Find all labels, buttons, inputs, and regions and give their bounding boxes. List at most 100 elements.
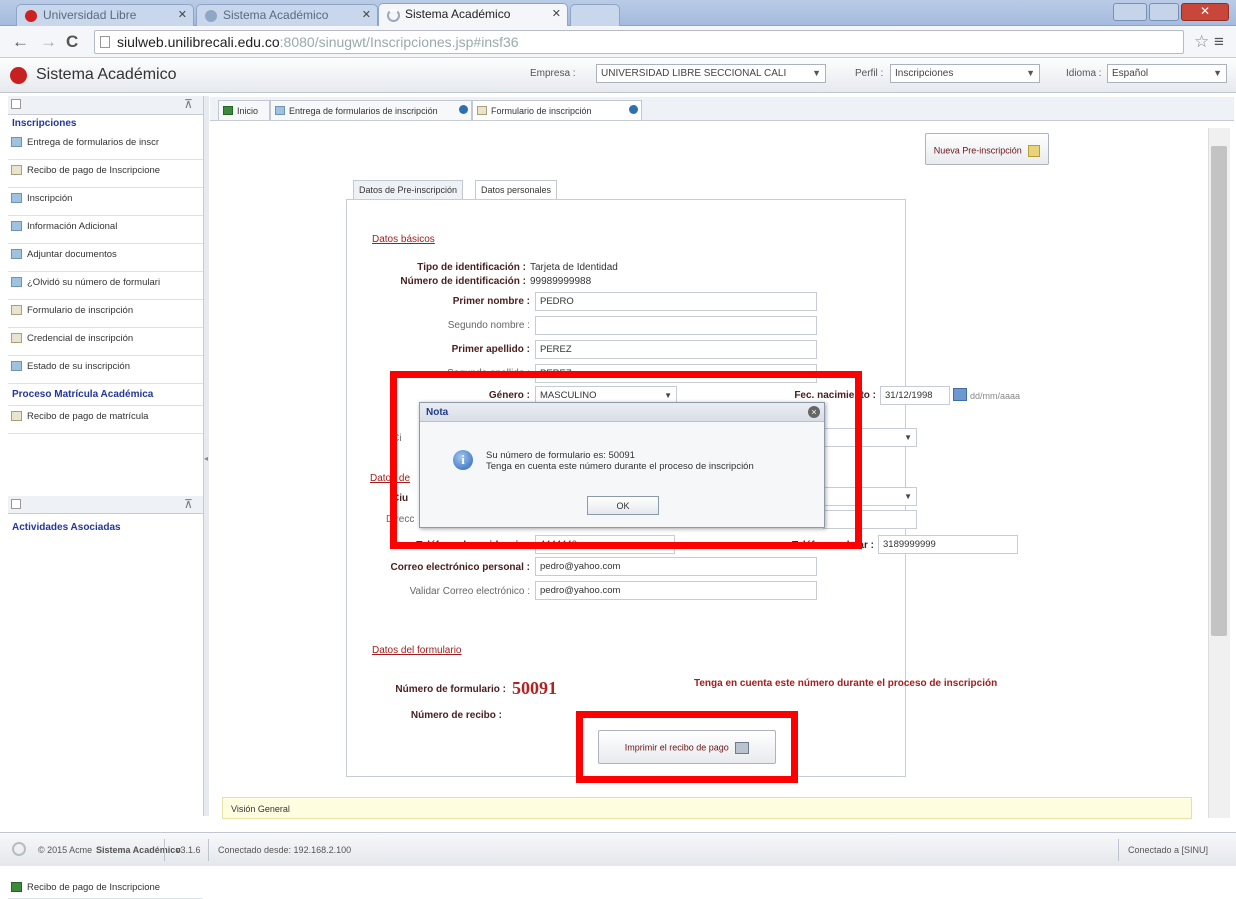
numero-formulario-label: Número de formulario : xyxy=(395,684,506,695)
correo-input[interactable]: pedro@yahoo.com xyxy=(535,557,817,576)
primer-nombre-input[interactable]: PEDRO xyxy=(535,292,817,311)
divider xyxy=(164,839,165,861)
browser-tab-bar: Universidad Libre ✕ Sistema Académico ✕ … xyxy=(0,0,1236,27)
sidebar-item-label: Adjuntar documentos xyxy=(27,249,117,260)
window-restore-icon[interactable] xyxy=(1113,3,1147,21)
loading-spinner-icon xyxy=(387,9,400,22)
form-icon xyxy=(11,193,22,203)
bookmark-star-icon[interactable]: ☆ xyxy=(1194,32,1209,52)
scrollbar-thumb[interactable] xyxy=(1211,146,1227,636)
close-icon[interactable]: × xyxy=(808,406,820,418)
calendar-icon[interactable] xyxy=(953,388,967,401)
nota-dialog: Nota × i Su número de formulario es: 500… xyxy=(419,402,825,528)
browser-tab-universidad[interactable]: Universidad Libre ✕ xyxy=(16,4,194,26)
sidebar-item-info-adicional[interactable]: Información Adicional xyxy=(8,216,203,244)
sidebar-item-adjuntar[interactable]: Adjuntar documentos xyxy=(8,244,203,272)
perfil-select[interactable]: Inscripciones ▼ xyxy=(890,64,1040,83)
tab-close-icon[interactable] xyxy=(459,105,468,114)
url-path: :8080/sinugwt/Inscripciones.jsp#insf36 xyxy=(279,34,519,50)
dialog-message: Su número de formulario es: 50091 Tenga … xyxy=(486,450,806,472)
ok-button[interactable]: OK xyxy=(587,496,659,515)
menu-icon[interactable]: ≡ xyxy=(1214,32,1224,52)
sidebar-item-label: Credencial de inscripción xyxy=(27,333,134,344)
correo-label: Correo electrónico personal : xyxy=(390,562,530,573)
browser-tab-label: Universidad Libre xyxy=(43,8,137,22)
primer-nombre-label: Primer nombre : xyxy=(452,296,530,307)
sidebar-item-actividad-recibo[interactable]: Recibo de pago de Inscripcione xyxy=(8,877,203,899)
form-icon xyxy=(11,221,22,231)
browser-tab-sistema-active[interactable]: Sistema Académico ✕ xyxy=(378,3,568,27)
segundo-nombre-label: Segundo nombre : xyxy=(447,320,530,331)
empresa-value: UNIVERSIDAD LIBRE SECCIONAL CALI xyxy=(601,68,787,79)
perfil-value: Inscripciones xyxy=(895,68,954,79)
sidebar-item-inscripcion[interactable]: Inscripción xyxy=(8,188,203,216)
tab-entrega-formularios[interactable]: Entrega de formularios de inscripción xyxy=(270,100,472,120)
sidebar-section-matricula: Proceso Matrícula Académica xyxy=(8,384,203,406)
sidebar-item-estado[interactable]: Estado de su inscripción xyxy=(8,356,203,384)
fec-nacimiento-input[interactable]: 31/12/1998 xyxy=(880,386,950,405)
tel-celular-input[interactable]: 3189999999 xyxy=(878,535,1018,554)
browser-tab-label: Sistema Académico xyxy=(223,8,329,22)
segundo-nombre-input[interactable] xyxy=(535,316,817,335)
sidebar-item-label: Información Adicional xyxy=(27,221,118,232)
sidebar-section-actividades: Actividades Asociadas xyxy=(12,522,121,533)
pin-icon[interactable]: ⊼ xyxy=(184,497,193,511)
button-label: Nueva Pre-inscripción xyxy=(933,145,1022,156)
validar-correo-input[interactable]: pedro@yahoo.com xyxy=(535,581,817,600)
dialog-line-1: Su número de formulario es: 50091 xyxy=(486,450,635,461)
sidebar-item-label: Inscripción xyxy=(27,193,73,204)
empresa-select[interactable]: UNIVERSIDAD LIBRE SECCIONAL CALI ▼ xyxy=(596,64,826,83)
window-minimize-icon[interactable] xyxy=(1149,3,1179,21)
tipo-id-label: Tipo de identificación : xyxy=(417,262,526,273)
close-icon[interactable]: ✕ xyxy=(362,8,371,21)
tipo-id-value: Tarjeta de Identidad xyxy=(530,262,618,273)
tab-formulario-inscripcion[interactable]: Formulario de inscripción xyxy=(472,100,642,120)
sidebar-item-label: Entrega de formularios de inscr xyxy=(27,137,160,148)
new-tab-button[interactable] xyxy=(570,4,620,26)
document-icon xyxy=(477,106,487,115)
sidebar-item-label: Recibo de pago de Inscripcione xyxy=(27,882,161,893)
sidebar-item-olvido[interactable]: ¿Olvidó su número de formulari xyxy=(8,272,203,300)
back-arrow-icon[interactable]: ← xyxy=(12,32,29,52)
status-version: v3.1.6 xyxy=(176,845,201,855)
close-icon[interactable]: ✕ xyxy=(178,8,187,21)
pin-icon[interactable]: ⊼ xyxy=(184,97,193,111)
browser-tab-sistema-1[interactable]: Sistema Académico ✕ xyxy=(196,4,378,26)
sidebar-item-credencial[interactable]: Credencial de inscripción xyxy=(8,328,203,356)
sidebar-splitter[interactable]: ◂ xyxy=(203,96,209,816)
tab-datos-preinscripcion[interactable]: Datos de Pre-inscripción xyxy=(353,180,464,200)
status-app: Sistema Académico xyxy=(96,845,181,855)
form-icon xyxy=(275,106,285,115)
highlight-box-print xyxy=(576,711,798,783)
tab-datos-personales[interactable]: Datos personales xyxy=(475,180,558,200)
idioma-select[interactable]: Español ▼ xyxy=(1107,64,1227,83)
favicon-icon xyxy=(205,10,217,22)
sidebar-item-label: Recibo de pago de Inscripcione xyxy=(27,165,161,176)
sidebar-item-entrega[interactable]: Entrega de formularios de inscr xyxy=(8,132,203,160)
address-bar[interactable]: siulweb.unilibrecali.edu.co:8080/sinugwt… xyxy=(94,30,1184,54)
sidebar-item-recibo-matricula[interactable]: Recibo de pago de matrícula xyxy=(8,406,203,434)
nueva-preinscripcion-button[interactable]: Nueva Pre-inscripción xyxy=(925,133,1049,165)
collapse-icon[interactable] xyxy=(11,99,21,109)
status-bar: © 2015 Acme Sistema Académico v3.1.6 Con… xyxy=(0,832,1236,866)
primer-apellido-input[interactable]: PEREZ xyxy=(535,340,817,359)
numero-id-value: 99989999988 xyxy=(530,276,592,287)
collapse-icon[interactable] xyxy=(11,499,21,509)
tab-close-icon[interactable] xyxy=(629,105,638,114)
home-icon xyxy=(223,106,233,115)
sidebar-item-recibo-pago[interactable]: Recibo de pago de Inscripcione xyxy=(8,160,203,188)
close-icon[interactable]: ✕ xyxy=(552,7,561,20)
forward-arrow-icon[interactable]: → xyxy=(40,32,57,52)
divider xyxy=(208,839,209,861)
reload-icon[interactable]: C xyxy=(66,32,78,52)
window-close-icon[interactable]: ✕ xyxy=(1181,3,1229,21)
tab-inicio[interactable]: Inicio xyxy=(218,100,270,120)
idioma-label: Idioma : xyxy=(1066,68,1102,79)
document-icon xyxy=(11,411,22,421)
tab-label: Entrega de formularios de inscripción xyxy=(289,106,438,116)
url-host: siulweb.unilibrecali.edu.co xyxy=(117,34,280,50)
sidebar-item-formulario[interactable]: Formulario de inscripción xyxy=(8,300,203,328)
tab-label: Datos de Pre-inscripción xyxy=(359,185,458,195)
numero-recibo-label: Número de recibo : xyxy=(410,710,502,721)
primer-apellido-label: Primer apellido : xyxy=(451,344,530,355)
